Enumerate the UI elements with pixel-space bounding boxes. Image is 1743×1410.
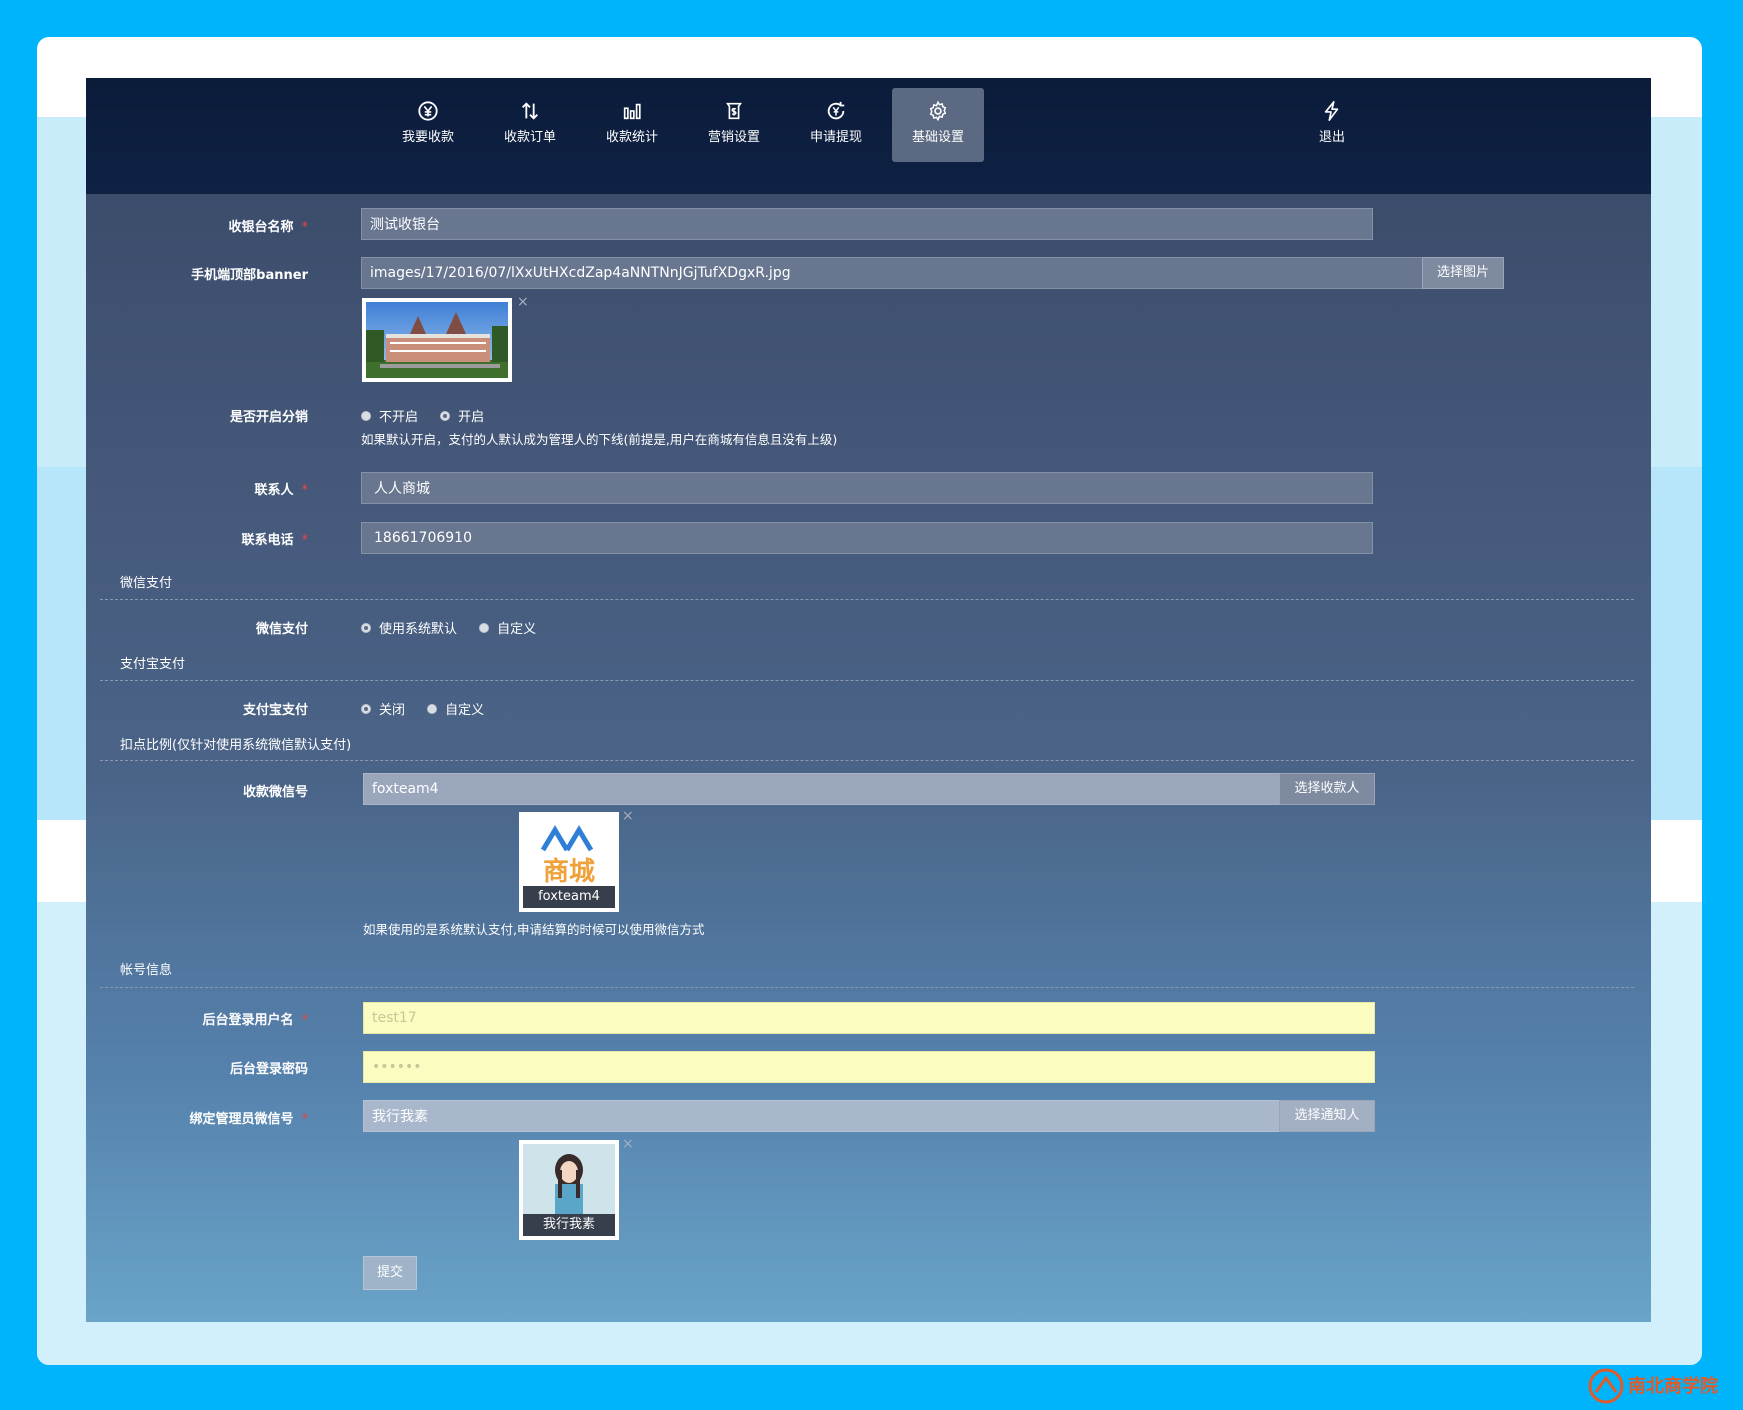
- nav-item-collect[interactable]: 我要收款: [382, 88, 474, 162]
- sort-arrows-icon: [522, 102, 538, 120]
- bar-chart-icon: [623, 103, 641, 120]
- radio-wechat-default[interactable]: 使用系统默认: [361, 618, 457, 637]
- receiver-label: 收款微信号: [242, 785, 308, 800]
- watermark-logo: 南北商学院: [1588, 1368, 1718, 1404]
- radio-distribution-off[interactable]: 不开启: [361, 406, 418, 425]
- nav-item-stats[interactable]: 收款统计: [586, 88, 678, 162]
- top-nav: 我要收款 收款订单 收款统计 营销设置 申请提现 基础设置 退出: [86, 78, 1651, 194]
- watermark-emblem-icon: [1588, 1368, 1624, 1404]
- distribution-radio-group: 不开启 开启: [361, 406, 502, 425]
- name-label: 收银台名称 *: [228, 220, 309, 235]
- radio-dot: [361, 410, 371, 421]
- select-notifier-button[interactable]: 选择通知人: [1279, 1100, 1375, 1132]
- radio-dot: [427, 703, 438, 714]
- nav-label: 营销设置: [707, 130, 760, 145]
- radio-dot-selected: [361, 703, 371, 714]
- receiver-avatar: 商城 foxteam4: [519, 812, 619, 912]
- select-receiver-button[interactable]: 选择收款人: [1279, 773, 1375, 805]
- nav-label: 基础设置: [911, 130, 964, 145]
- section-divider: [100, 680, 1634, 681]
- cashier-name-input[interactable]: [361, 208, 1373, 240]
- withdraw-circle-icon: [827, 101, 845, 120]
- nav-item-withdraw[interactable]: 申请提现: [790, 88, 882, 162]
- username-input[interactable]: [363, 1002, 1375, 1034]
- section-title-wechat: 微信支付: [120, 576, 173, 591]
- banner-label: 手机端顶部banner: [191, 268, 308, 283]
- nav-label: 申请提现: [809, 130, 862, 145]
- remove-receiver-icon[interactable]: ×: [622, 808, 634, 824]
- wechat-radio-group: 使用系统默认 自定义: [361, 618, 554, 637]
- alipay-radio-group: 关闭 自定义: [361, 699, 502, 718]
- wechat-label: 微信支付: [255, 622, 308, 637]
- receiver-help-text: 如果使用的是系统默认支付,申请结算的时候可以使用微信方式: [363, 922, 705, 937]
- phone-label: 联系电话 *: [241, 533, 309, 548]
- password-input[interactable]: [363, 1051, 1375, 1083]
- store-logo-text: 商城: [543, 856, 595, 886]
- section-divider: [100, 599, 1634, 600]
- admin-avatar-caption: 我行我素: [523, 1214, 615, 1236]
- lightning-icon: [1324, 101, 1339, 121]
- username-label: 后台登录用户名 *: [202, 1013, 309, 1028]
- admin-wechat-label: 绑定管理员微信号 *: [189, 1112, 309, 1127]
- contact-input[interactable]: [361, 472, 1373, 504]
- section-divider: [100, 987, 1634, 988]
- alipay-label: 支付宝支付: [242, 703, 308, 718]
- contact-label: 联系人 *: [254, 483, 309, 498]
- nav-label: 退出: [1318, 130, 1345, 145]
- banner-image: [366, 302, 508, 378]
- required-mark: *: [301, 1112, 309, 1127]
- nav-item-logout[interactable]: 退出: [1286, 88, 1378, 162]
- nav-item-settings[interactable]: 基础设置: [892, 88, 984, 162]
- nav-label: 我要收款: [401, 130, 454, 145]
- nav-label: 收款订单: [503, 130, 556, 145]
- banner-path-input[interactable]: [361, 257, 1423, 289]
- app-window: 我要收款 收款订单 收款统计 营销设置 申请提现 基础设置 退出 收银台名称*: [86, 78, 1651, 1322]
- banner-preview: [362, 298, 512, 382]
- store-logo-image: 商城: [523, 816, 615, 887]
- nav-label: 收款统计: [605, 130, 658, 145]
- distribution-label: 是否开启分销: [229, 410, 308, 425]
- radio-dot-selected: [361, 622, 371, 633]
- radio-wechat-custom[interactable]: 自定义: [479, 618, 536, 637]
- section-title-alipay: 支付宝支付: [120, 657, 186, 672]
- section-divider: [100, 760, 1634, 761]
- phone-input[interactable]: [361, 522, 1373, 554]
- admin-wechat-input[interactable]: [363, 1100, 1280, 1132]
- yuan-circle-icon: [418, 101, 438, 121]
- submit-button[interactable]: 提交: [363, 1256, 417, 1290]
- distribution-help-text: 如果默认开启，支付的人默认成为管理人的下线(前提是,用户在商城有信息且没有上级): [361, 432, 838, 447]
- gear-icon: [929, 100, 947, 122]
- nav-item-marketing[interactable]: 营销设置: [688, 88, 780, 162]
- radio-alipay-off[interactable]: 关闭: [361, 699, 405, 718]
- remove-banner-icon[interactable]: ×: [517, 294, 529, 310]
- section-title-account: 帐号信息: [120, 963, 173, 978]
- radio-distribution-on[interactable]: 开启: [440, 406, 484, 425]
- required-mark: *: [301, 220, 309, 235]
- select-image-button[interactable]: 选择图片: [1422, 257, 1504, 289]
- radio-dot: [479, 622, 490, 633]
- section-title-commission: 扣点比例(仅针对使用系统微信默认支付): [120, 738, 352, 753]
- money-bag-icon: [726, 102, 742, 120]
- remove-admin-icon[interactable]: ×: [622, 1136, 634, 1152]
- required-mark: *: [301, 483, 309, 498]
- required-mark: *: [301, 1013, 309, 1028]
- watermark-text: 南北商学院: [1628, 1375, 1718, 1397]
- password-label: 后台登录密码: [229, 1062, 308, 1077]
- required-mark: *: [301, 533, 309, 548]
- receiver-wechat-input[interactable]: [363, 773, 1280, 805]
- radio-alipay-custom[interactable]: 自定义: [427, 699, 484, 718]
- radio-dot-selected: [440, 410, 451, 421]
- receiver-avatar-caption: foxteam4: [523, 886, 615, 908]
- nav-item-orders[interactable]: 收款订单: [484, 88, 576, 162]
- admin-avatar: 我行我素: [519, 1140, 619, 1240]
- admin-avatar-image: [523, 1144, 615, 1214]
